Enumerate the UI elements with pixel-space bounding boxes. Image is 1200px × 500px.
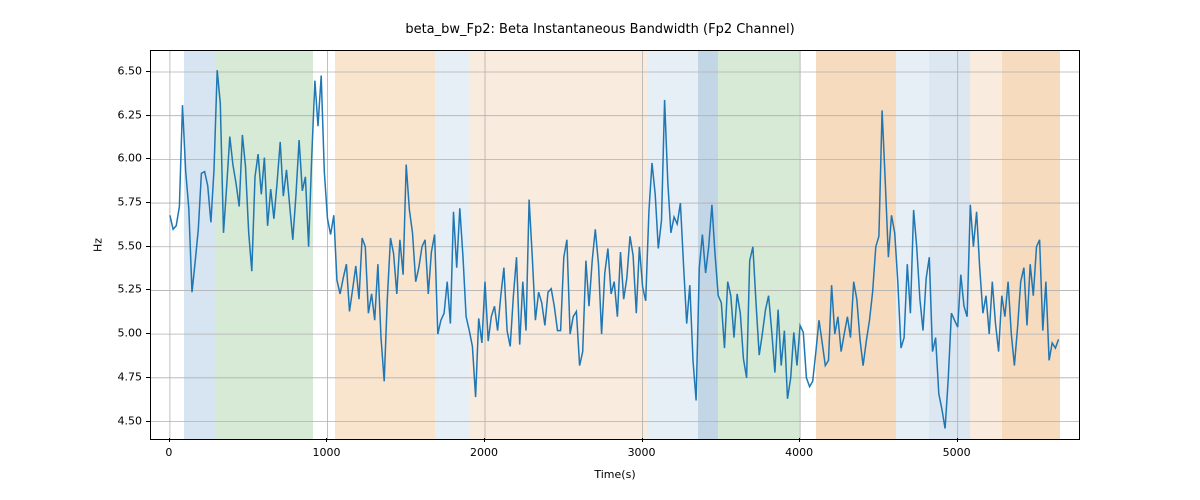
x-axis-label: Time(s) [150, 468, 1080, 481]
data-line [151, 51, 1079, 439]
y-tick-label: 5.75 [118, 196, 143, 209]
y-tick-label: 6.25 [118, 108, 143, 121]
x-tick-label: 4000 [785, 446, 813, 459]
y-tick-label: 5.25 [118, 283, 143, 296]
y-tick-label: 4.75 [118, 370, 143, 383]
chart-title: beta_bw_Fp2: Beta Instantaneous Bandwidt… [0, 22, 1200, 37]
x-tick-label: 2000 [470, 446, 498, 459]
chart-figure: beta_bw_Fp2: Beta Instantaneous Bandwidt… [0, 0, 1200, 500]
x-tick-label: 0 [165, 446, 172, 459]
series-line [170, 70, 1059, 428]
y-tick-label: 5.50 [118, 239, 143, 252]
y-tick-label: 6.00 [118, 152, 143, 165]
y-tick-label: 4.50 [118, 414, 143, 427]
x-tick-label: 5000 [943, 446, 971, 459]
y-tick-label: 5.00 [118, 327, 143, 340]
x-tick-label: 3000 [628, 446, 656, 459]
y-axis-label: Hz [92, 238, 105, 252]
y-tick-label: 6.50 [118, 64, 143, 77]
x-tick-label: 1000 [312, 446, 340, 459]
plot-area [150, 50, 1080, 440]
